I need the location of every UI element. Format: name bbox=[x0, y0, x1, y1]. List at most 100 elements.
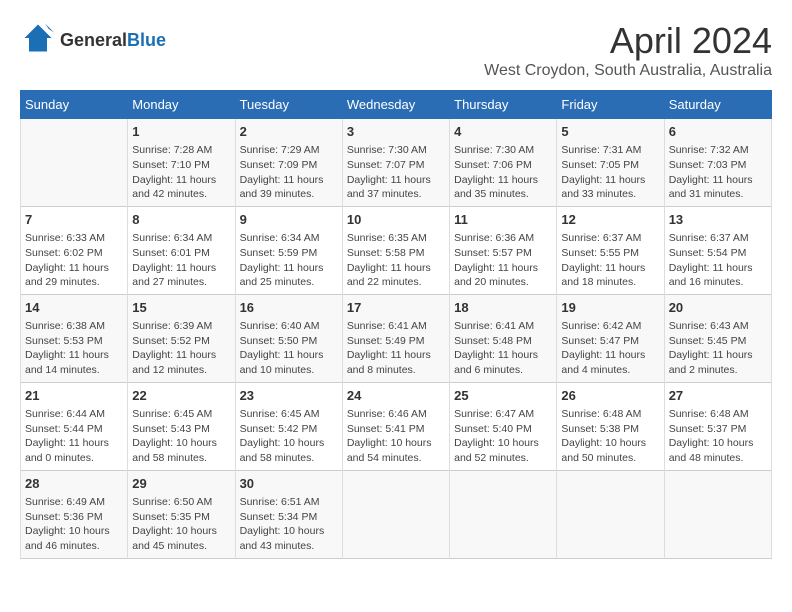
calendar-cell: 15 Sunrise: 6:39 AM Sunset: 5:52 PM Dayli… bbox=[128, 294, 235, 382]
day-number: 4 bbox=[454, 123, 552, 141]
day-number: 17 bbox=[347, 299, 445, 317]
day-number: 20 bbox=[669, 299, 767, 317]
day-number: 21 bbox=[25, 387, 123, 405]
header-thursday: Thursday bbox=[450, 91, 557, 119]
day-info: Sunrise: 6:49 AM Sunset: 5:36 PM Dayligh… bbox=[25, 495, 123, 554]
calendar-week-row: 14Sunrise: 6:38 AM Sunset: 5:53 PM Dayli… bbox=[21, 294, 772, 382]
calendar-cell: 5 Sunrise: 7:31 AM Sunset: 7:05 PM Daylig… bbox=[557, 119, 664, 207]
day-number: 9 bbox=[240, 211, 338, 229]
day-number: 5 bbox=[561, 123, 659, 141]
day-number: 11 bbox=[454, 211, 552, 229]
day-number: 24 bbox=[347, 387, 445, 405]
calendar-cell bbox=[557, 470, 664, 558]
calendar-header-row: SundayMondayTuesdayWednesdayThursdayFrid… bbox=[21, 91, 772, 119]
calendar-cell: 12 Sunrise: 6:37 AM Sunset: 5:55 PM Dayli… bbox=[557, 206, 664, 294]
header-sunday: Sunday bbox=[21, 91, 128, 119]
calendar-title: April 2024 bbox=[484, 20, 772, 62]
calendar-cell: 2 Sunrise: 7:29 AM Sunset: 7:09 PM Daylig… bbox=[235, 119, 342, 207]
day-info: Sunrise: 6:34 AM Sunset: 6:01 PM Dayligh… bbox=[132, 231, 230, 290]
calendar-cell: 29 Sunrise: 6:50 AM Sunset: 5:35 PM Dayli… bbox=[128, 470, 235, 558]
calendar-cell: 16 Sunrise: 6:40 AM Sunset: 5:50 PM Dayli… bbox=[235, 294, 342, 382]
day-number: 1 bbox=[132, 123, 230, 141]
calendar-cell: 17 Sunrise: 6:41 AM Sunset: 5:49 PM Dayli… bbox=[342, 294, 449, 382]
day-number: 26 bbox=[561, 387, 659, 405]
day-info: Sunrise: 6:37 AM Sunset: 5:55 PM Dayligh… bbox=[561, 231, 659, 290]
day-info: Sunrise: 6:46 AM Sunset: 5:41 PM Dayligh… bbox=[347, 407, 445, 466]
calendar-cell bbox=[664, 470, 771, 558]
day-info: Sunrise: 6:44 AM Sunset: 5:44 PM Dayligh… bbox=[25, 407, 123, 466]
day-number: 16 bbox=[240, 299, 338, 317]
calendar-cell: 25 Sunrise: 6:47 AM Sunset: 5:40 PM Dayli… bbox=[450, 382, 557, 470]
day-number: 12 bbox=[561, 211, 659, 229]
calendar-cell: 24 Sunrise: 6:46 AM Sunset: 5:41 PM Dayli… bbox=[342, 382, 449, 470]
day-info: Sunrise: 6:33 AM Sunset: 6:02 PM Dayligh… bbox=[25, 231, 123, 290]
calendar-cell: 14Sunrise: 6:38 AM Sunset: 5:53 PM Dayli… bbox=[21, 294, 128, 382]
day-number: 23 bbox=[240, 387, 338, 405]
calendar-cell: 19 Sunrise: 6:42 AM Sunset: 5:47 PM Dayli… bbox=[557, 294, 664, 382]
day-info: Sunrise: 6:36 AM Sunset: 5:57 PM Dayligh… bbox=[454, 231, 552, 290]
header-wednesday: Wednesday bbox=[342, 91, 449, 119]
day-info: Sunrise: 6:42 AM Sunset: 5:47 PM Dayligh… bbox=[561, 319, 659, 378]
calendar-cell: 9 Sunrise: 6:34 AM Sunset: 5:59 PM Daylig… bbox=[235, 206, 342, 294]
day-info: Sunrise: 7:31 AM Sunset: 7:05 PM Dayligh… bbox=[561, 143, 659, 202]
calendar-cell: 23 Sunrise: 6:45 AM Sunset: 5:42 PM Dayli… bbox=[235, 382, 342, 470]
page-header: GeneralBlue April 2024 West Croydon, Sou… bbox=[20, 20, 772, 80]
day-number: 22 bbox=[132, 387, 230, 405]
day-number: 30 bbox=[240, 475, 338, 493]
logo-icon bbox=[20, 20, 56, 56]
calendar-week-row: 1 Sunrise: 7:28 AM Sunset: 7:10 PM Daylig… bbox=[21, 119, 772, 207]
day-info: Sunrise: 6:39 AM Sunset: 5:52 PM Dayligh… bbox=[132, 319, 230, 378]
day-info: Sunrise: 6:34 AM Sunset: 5:59 PM Dayligh… bbox=[240, 231, 338, 290]
calendar-cell: 21 Sunrise: 6:44 AM Sunset: 5:44 PM Dayli… bbox=[21, 382, 128, 470]
day-number: 25 bbox=[454, 387, 552, 405]
day-info: Sunrise: 6:47 AM Sunset: 5:40 PM Dayligh… bbox=[454, 407, 552, 466]
day-number: 28 bbox=[25, 475, 123, 493]
day-number: 15 bbox=[132, 299, 230, 317]
day-info: Sunrise: 6:40 AM Sunset: 5:50 PM Dayligh… bbox=[240, 319, 338, 378]
calendar-cell: 10 Sunrise: 6:35 AM Sunset: 5:58 PM Dayli… bbox=[342, 206, 449, 294]
day-number: 18 bbox=[454, 299, 552, 317]
day-info: Sunrise: 6:38 AM Sunset: 5:53 PM Dayligh… bbox=[25, 319, 123, 378]
day-number: 10 bbox=[347, 211, 445, 229]
calendar-cell: 7 Sunrise: 6:33 AM Sunset: 6:02 PM Daylig… bbox=[21, 206, 128, 294]
day-info: Sunrise: 7:30 AM Sunset: 7:06 PM Dayligh… bbox=[454, 143, 552, 202]
calendar-week-row: 28 Sunrise: 6:49 AM Sunset: 5:36 PM Dayli… bbox=[21, 470, 772, 558]
day-number: 29 bbox=[132, 475, 230, 493]
calendar-cell: 20 Sunrise: 6:43 AM Sunset: 5:45 PM Dayli… bbox=[664, 294, 771, 382]
day-number: 27 bbox=[669, 387, 767, 405]
day-info: Sunrise: 6:45 AM Sunset: 5:42 PM Dayligh… bbox=[240, 407, 338, 466]
day-info: Sunrise: 7:28 AM Sunset: 7:10 PM Dayligh… bbox=[132, 143, 230, 202]
calendar-cell: 8Sunrise: 6:34 AM Sunset: 6:01 PM Daylig… bbox=[128, 206, 235, 294]
header-saturday: Saturday bbox=[664, 91, 771, 119]
day-info: Sunrise: 6:35 AM Sunset: 5:58 PM Dayligh… bbox=[347, 231, 445, 290]
calendar-cell bbox=[342, 470, 449, 558]
day-number: 7 bbox=[25, 211, 123, 229]
day-number: 2 bbox=[240, 123, 338, 141]
day-number: 3 bbox=[347, 123, 445, 141]
day-info: Sunrise: 6:50 AM Sunset: 5:35 PM Dayligh… bbox=[132, 495, 230, 554]
day-info: Sunrise: 6:48 AM Sunset: 5:37 PM Dayligh… bbox=[669, 407, 767, 466]
calendar-table: SundayMondayTuesdayWednesdayThursdayFrid… bbox=[20, 90, 772, 559]
calendar-cell: 3 Sunrise: 7:30 AM Sunset: 7:07 PM Daylig… bbox=[342, 119, 449, 207]
day-info: Sunrise: 6:43 AM Sunset: 5:45 PM Dayligh… bbox=[669, 319, 767, 378]
calendar-cell: 27 Sunrise: 6:48 AM Sunset: 5:37 PM Dayli… bbox=[664, 382, 771, 470]
calendar-cell: 18Sunrise: 6:41 AM Sunset: 5:48 PM Dayli… bbox=[450, 294, 557, 382]
calendar-cell: 28 Sunrise: 6:49 AM Sunset: 5:36 PM Dayli… bbox=[21, 470, 128, 558]
logo-text: GeneralBlue bbox=[60, 31, 166, 51]
calendar-cell: 13 Sunrise: 6:37 AM Sunset: 5:54 PM Dayli… bbox=[664, 206, 771, 294]
day-number: 13 bbox=[669, 211, 767, 229]
header-friday: Friday bbox=[557, 91, 664, 119]
day-info: Sunrise: 6:41 AM Sunset: 5:49 PM Dayligh… bbox=[347, 319, 445, 378]
logo: GeneralBlue bbox=[20, 20, 166, 61]
calendar-week-row: 7 Sunrise: 6:33 AM Sunset: 6:02 PM Daylig… bbox=[21, 206, 772, 294]
day-info: Sunrise: 6:37 AM Sunset: 5:54 PM Dayligh… bbox=[669, 231, 767, 290]
calendar-cell: 26Sunrise: 6:48 AM Sunset: 5:38 PM Dayli… bbox=[557, 382, 664, 470]
calendar-cell: 4 Sunrise: 7:30 AM Sunset: 7:06 PM Daylig… bbox=[450, 119, 557, 207]
calendar-cell: 6Sunrise: 7:32 AM Sunset: 7:03 PM Daylig… bbox=[664, 119, 771, 207]
calendar-cell bbox=[450, 470, 557, 558]
header-monday: Monday bbox=[128, 91, 235, 119]
day-info: Sunrise: 7:29 AM Sunset: 7:09 PM Dayligh… bbox=[240, 143, 338, 202]
day-info: Sunrise: 7:30 AM Sunset: 7:07 PM Dayligh… bbox=[347, 143, 445, 202]
day-number: 6 bbox=[669, 123, 767, 141]
day-number: 19 bbox=[561, 299, 659, 317]
